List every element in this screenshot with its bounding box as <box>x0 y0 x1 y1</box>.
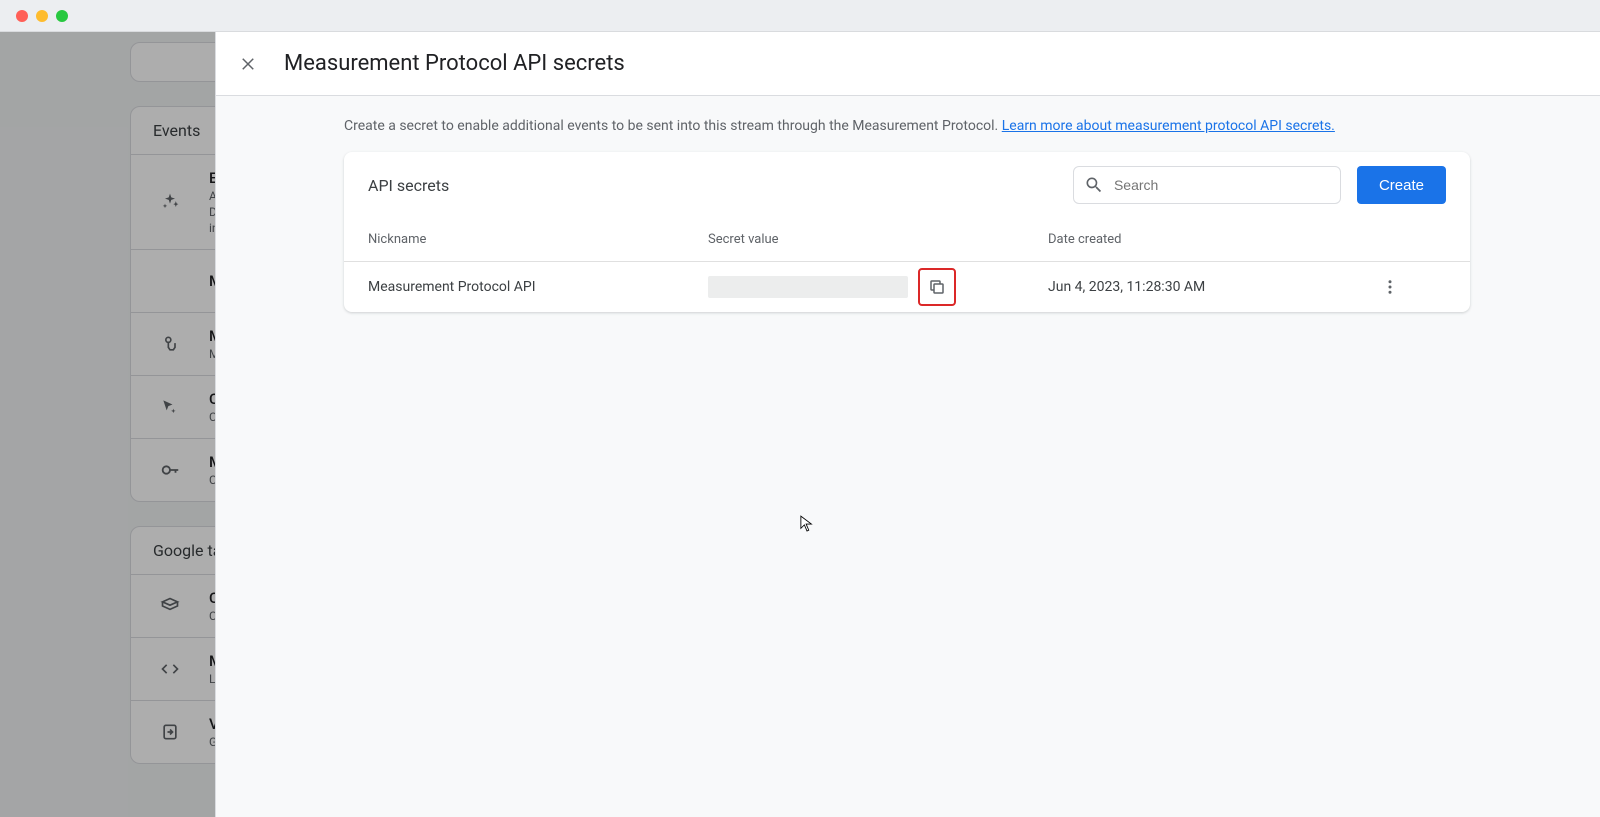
copy-highlight-box <box>918 268 956 306</box>
close-button[interactable] <box>236 52 260 76</box>
col-secret: Secret value <box>708 232 1048 247</box>
row-menu-button[interactable] <box>1378 275 1402 299</box>
modal-body: Create a secret to enable additional eve… <box>216 96 1600 312</box>
modal-header: Measurement Protocol API secrets <box>216 32 1600 96</box>
cell-date: Jun 4, 2023, 11:28:30 AM <box>1048 279 1378 295</box>
card-title: API secrets <box>368 176 449 195</box>
create-button[interactable]: Create <box>1357 166 1446 204</box>
search-icon <box>1084 175 1104 195</box>
modal-panel: Measurement Protocol API secrets Create … <box>215 32 1600 817</box>
more-vert-icon <box>1381 278 1399 296</box>
close-icon <box>239 55 257 73</box>
table-row: Measurement Protocol API Jun 4, 2023, 11… <box>344 262 1470 312</box>
api-secrets-card: API secrets Create Nickname Secret value… <box>344 152 1470 312</box>
search-input[interactable] <box>1114 177 1330 193</box>
table-header: Nickname Secret value Date created <box>344 218 1470 262</box>
traffic-light-close[interactable] <box>16 10 28 22</box>
intro-text: Create a secret to enable additional eve… <box>344 118 1470 134</box>
modal-title: Measurement Protocol API secrets <box>284 51 625 76</box>
traffic-light-zoom[interactable] <box>56 10 68 22</box>
mac-titlebar <box>0 0 1600 32</box>
traffic-light-minimize[interactable] <box>36 10 48 22</box>
col-nickname: Nickname <box>368 232 708 247</box>
cell-secret <box>708 268 1048 306</box>
intro-description: Create a secret to enable additional eve… <box>344 118 1002 134</box>
copy-button[interactable] <box>926 276 948 298</box>
cell-nickname: Measurement Protocol API <box>368 279 708 295</box>
learn-more-link[interactable]: Learn more about measurement protocol AP… <box>1002 118 1335 134</box>
copy-icon <box>928 278 946 296</box>
search-box[interactable] <box>1073 166 1341 204</box>
card-toolbar: API secrets Create <box>344 152 1470 218</box>
col-date: Date created <box>1048 232 1378 247</box>
background-scrim <box>0 32 215 817</box>
secret-redacted <box>708 276 908 298</box>
